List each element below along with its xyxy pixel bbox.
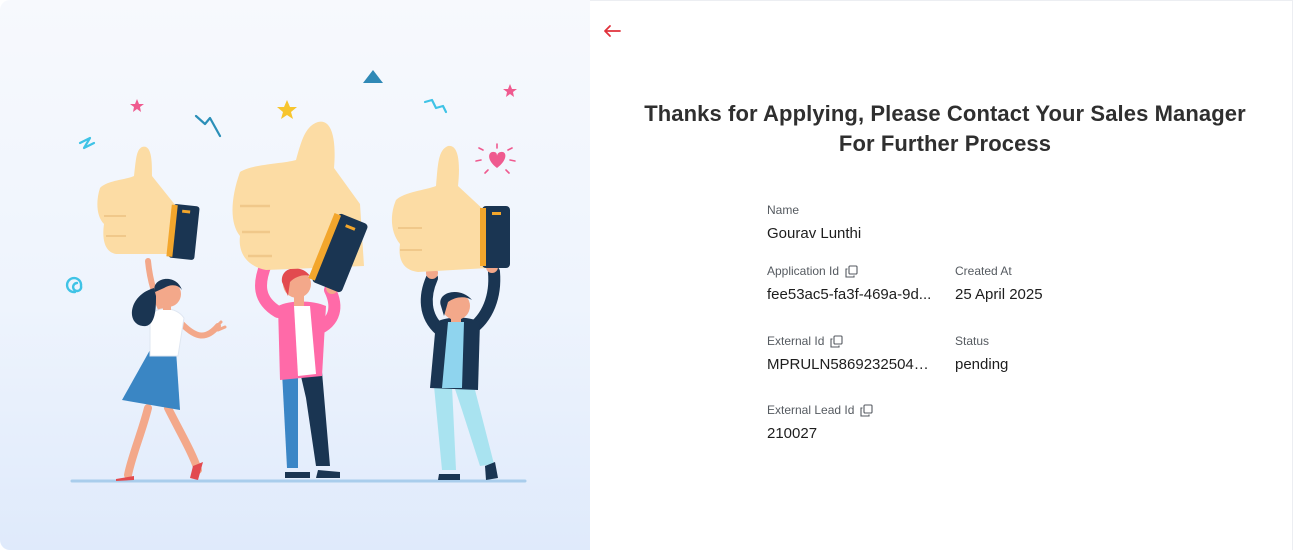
created-at-value: 25 April 2025 [955, 286, 1043, 303]
external-id-value: MPRULN58692325042... [767, 356, 932, 373]
external-lead-id-field: External Lead Id 210027 [767, 403, 873, 443]
status-label: Status [955, 334, 990, 348]
external-id-label: External Id [767, 334, 825, 348]
copy-icon[interactable] [830, 334, 843, 348]
application-id-value: fee53ac5-fa3f-469a-9d... [767, 286, 932, 303]
name-label: Name [767, 203, 800, 217]
name-field: Name Gourav Lunthi [767, 203, 861, 243]
external-lead-id-value: 210027 [767, 425, 818, 442]
illustration-panel [0, 0, 590, 550]
created-at-label: Created At [955, 264, 1012, 278]
external-lead-id-label: External Lead Id [767, 403, 855, 417]
created-at-field: Created At 25 April 2025 [955, 264, 1043, 304]
back-button[interactable] [600, 19, 624, 43]
application-id-field: Application Id fee53ac5-fa3f-469a-9d... [767, 264, 931, 304]
page-title: Thanks for Applying, Please Contact Your… [644, 101, 1246, 156]
application-id-label: Application Id [767, 264, 840, 278]
status-value: pending [955, 356, 1009, 373]
copy-icon[interactable] [845, 264, 858, 278]
thumbs-up-celebration-illustration [65, 70, 527, 483]
application-summary-panel: Thanks for Applying, Please Contact Your… [590, 0, 1293, 550]
status-field: Status pending [955, 334, 1008, 374]
copy-icon[interactable] [860, 403, 873, 417]
external-id-field: External Id MPRULN58692325042... [767, 334, 932, 374]
name-value: Gourav Lunthi [767, 225, 862, 242]
arrow-left-icon [604, 25, 621, 37]
